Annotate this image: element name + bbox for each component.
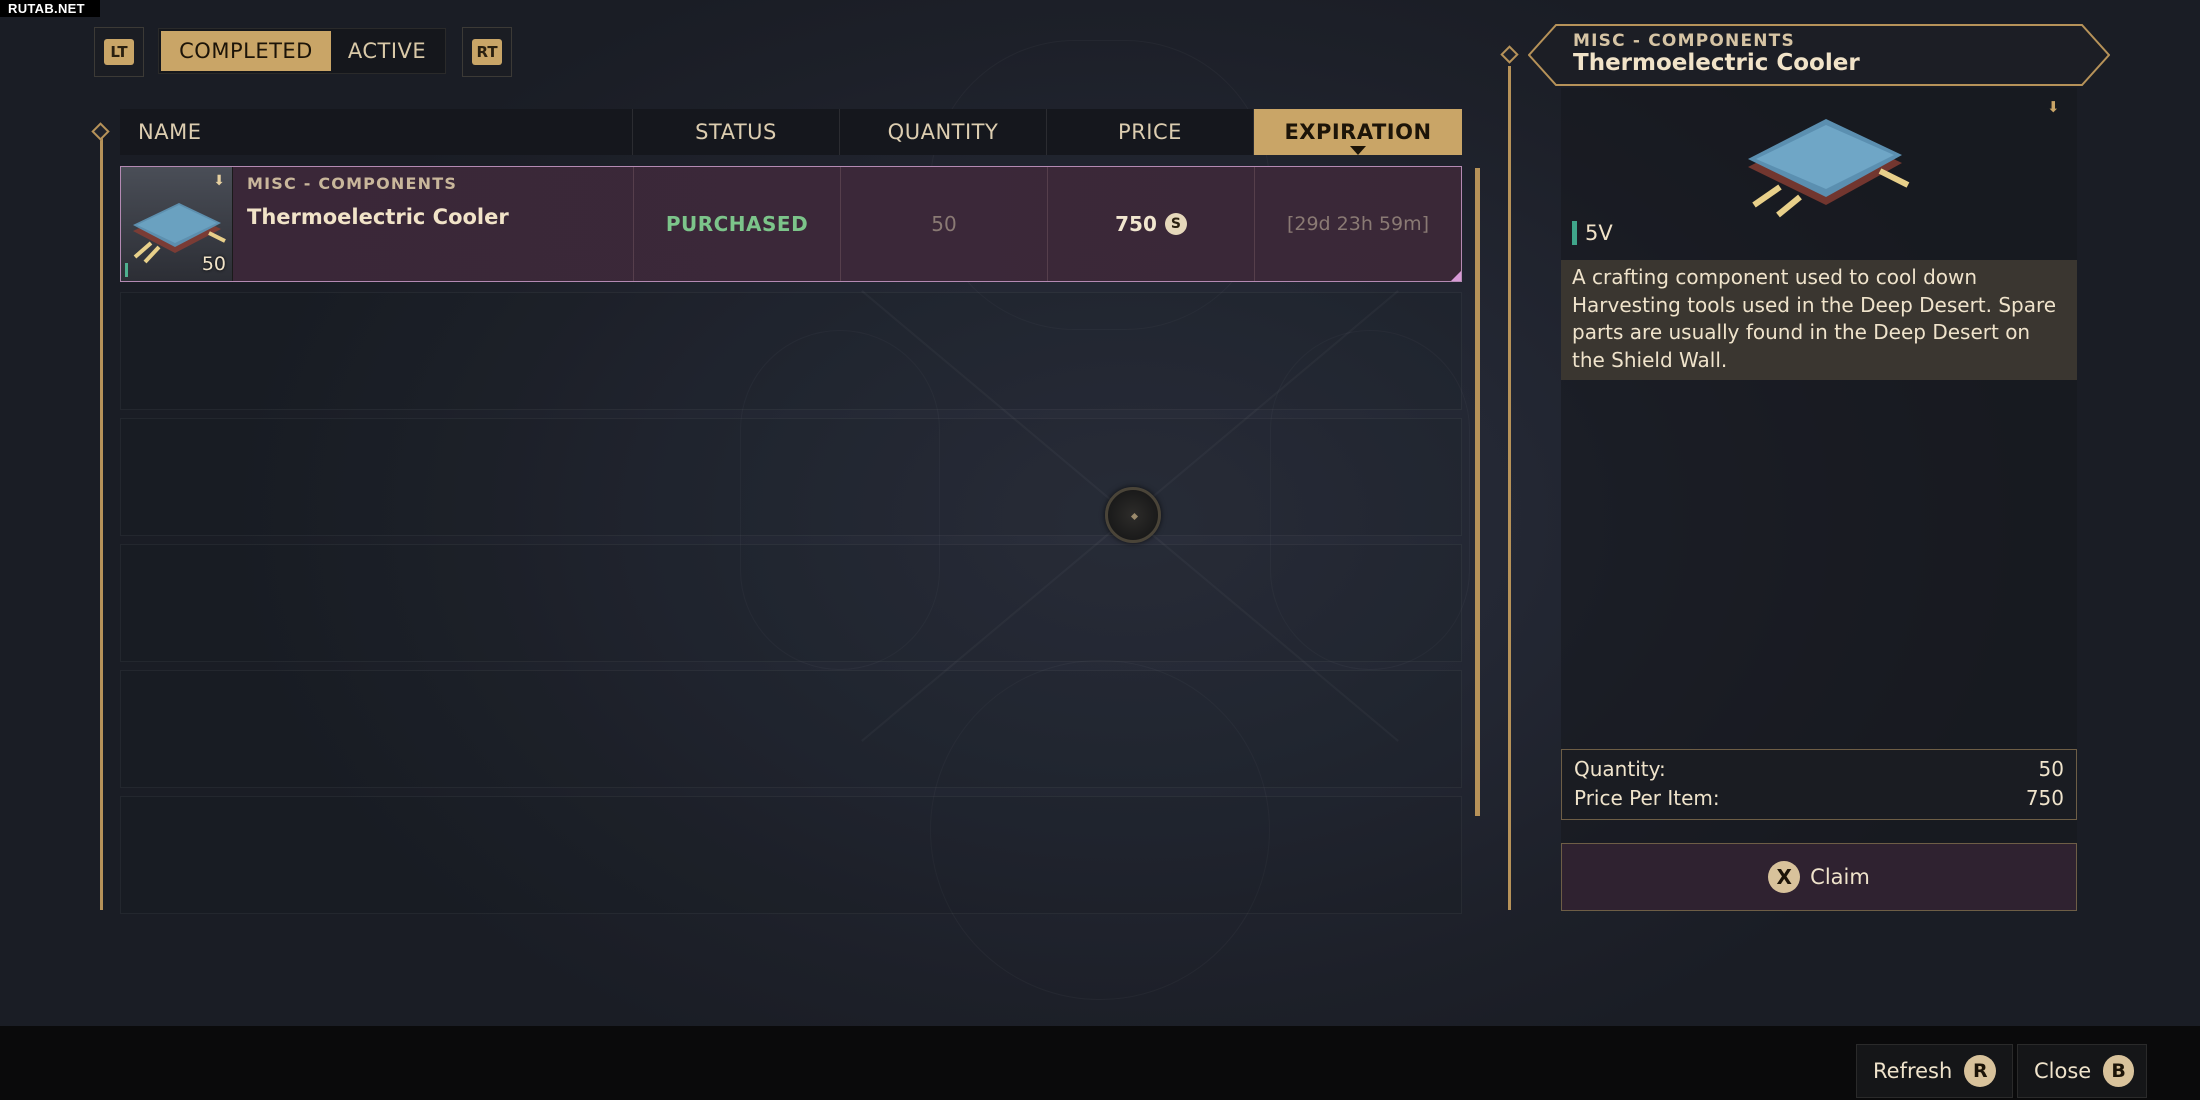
claim-button[interactable]: X Claim: [1561, 843, 2077, 911]
quantity-label: Quantity:: [1574, 757, 1666, 781]
column-header-status[interactable]: STATUS: [632, 109, 839, 155]
table-header: NAME STATUS QUANTITY PRICE EXPIRATION: [120, 109, 1462, 155]
b-button-icon: B: [2103, 1055, 2134, 1087]
rt-key-label: RT: [472, 39, 502, 65]
empty-table-row: [120, 292, 1462, 410]
tab-completed[interactable]: COMPLETED: [161, 31, 331, 71]
voltage-indicator: [1572, 221, 1577, 245]
item-description: A crafting component used to cool down H…: [1561, 260, 2077, 380]
price-per-item-value: 750: [2025, 786, 2064, 810]
controller-cursor-icon: [1105, 487, 1161, 543]
item-name: Thermoelectric Cooler: [247, 205, 509, 229]
rail-diamond: [1500, 45, 1519, 64]
selection-corner-icon: [1451, 271, 1461, 281]
order-summary: Quantity: 50 Price Per Item: 750: [1561, 749, 2077, 820]
column-header-price[interactable]: PRICE: [1046, 109, 1253, 155]
claim-label: Claim: [1810, 865, 1870, 889]
refresh-label: Refresh: [1873, 1059, 1953, 1083]
watermark: RUTAB.NET: [0, 0, 100, 17]
close-button[interactable]: Close B: [2017, 1044, 2147, 1098]
cell-status: PURCHASED: [633, 167, 840, 281]
voltage-value: 5V: [1585, 221, 1613, 245]
empty-table-row: [120, 418, 1462, 536]
summary-quantity-row: Quantity: 50: [1574, 755, 2064, 784]
empty-table-row: [120, 544, 1462, 662]
right-trigger-button[interactable]: RT: [462, 27, 512, 77]
solari-coin-icon: S: [1164, 213, 1187, 235]
bookmark-tag-icon: ⬇: [2047, 98, 2060, 116]
summary-price-row: Price Per Item: 750: [1574, 784, 2064, 813]
item-grade-bar: [125, 263, 128, 277]
table-scrollbar[interactable]: [1475, 168, 1480, 816]
cell-price: 750 S: [1047, 167, 1254, 281]
item-thumbnail: ⬇ 50: [121, 167, 233, 281]
x-button-icon: X: [1768, 861, 1801, 893]
right-rail: [1508, 66, 1511, 910]
cell-name: MISC - COMPONENTS Thermoelectric Cooler: [233, 167, 633, 281]
thermoelectric-cooler-icon: [1740, 105, 1910, 223]
empty-table-row: [120, 796, 1462, 914]
close-label: Close: [2034, 1059, 2092, 1083]
right-stick-icon: R: [1964, 1055, 1997, 1087]
lt-key-label: LT: [104, 39, 134, 65]
detail-category: MISC - COMPONENTS: [1573, 31, 1795, 51]
item-voltage: 5V: [1572, 221, 1613, 245]
left-rail: [100, 137, 103, 910]
column-header-expiration[interactable]: EXPIRATION: [1253, 109, 1462, 155]
sort-descending-icon: [1350, 146, 1366, 155]
column-header-expiration-label: EXPIRATION: [1284, 120, 1432, 144]
column-header-name[interactable]: NAME: [120, 109, 632, 155]
cell-expiration: [29d 23h 59m]: [1254, 167, 1461, 281]
cell-quantity: 50: [840, 167, 1047, 281]
refresh-button[interactable]: Refresh R: [1856, 1044, 2013, 1098]
column-header-quantity[interactable]: QUANTITY: [839, 109, 1046, 155]
rail-diamond: [91, 122, 110, 141]
table-row[interactable]: ⬇ 50 MISC - COMPONENTS Thermoelectric Co…: [120, 166, 1462, 282]
detail-title: Thermoelectric Cooler: [1573, 50, 1860, 76]
item-category: MISC - COMPONENTS: [247, 174, 458, 193]
quantity-value: 50: [2038, 757, 2064, 781]
price-per-item-label: Price Per Item:: [1574, 786, 1720, 810]
tab-active[interactable]: ACTIVE: [331, 31, 443, 71]
left-trigger-button[interactable]: LT: [94, 27, 144, 77]
empty-table-row: [120, 670, 1462, 788]
price-value: 750: [1115, 212, 1157, 236]
bookmark-tag-icon: ⬇: [213, 173, 225, 189]
item-stack-count: 50: [201, 253, 226, 275]
order-tabs: COMPLETED ACTIVE: [158, 28, 446, 74]
